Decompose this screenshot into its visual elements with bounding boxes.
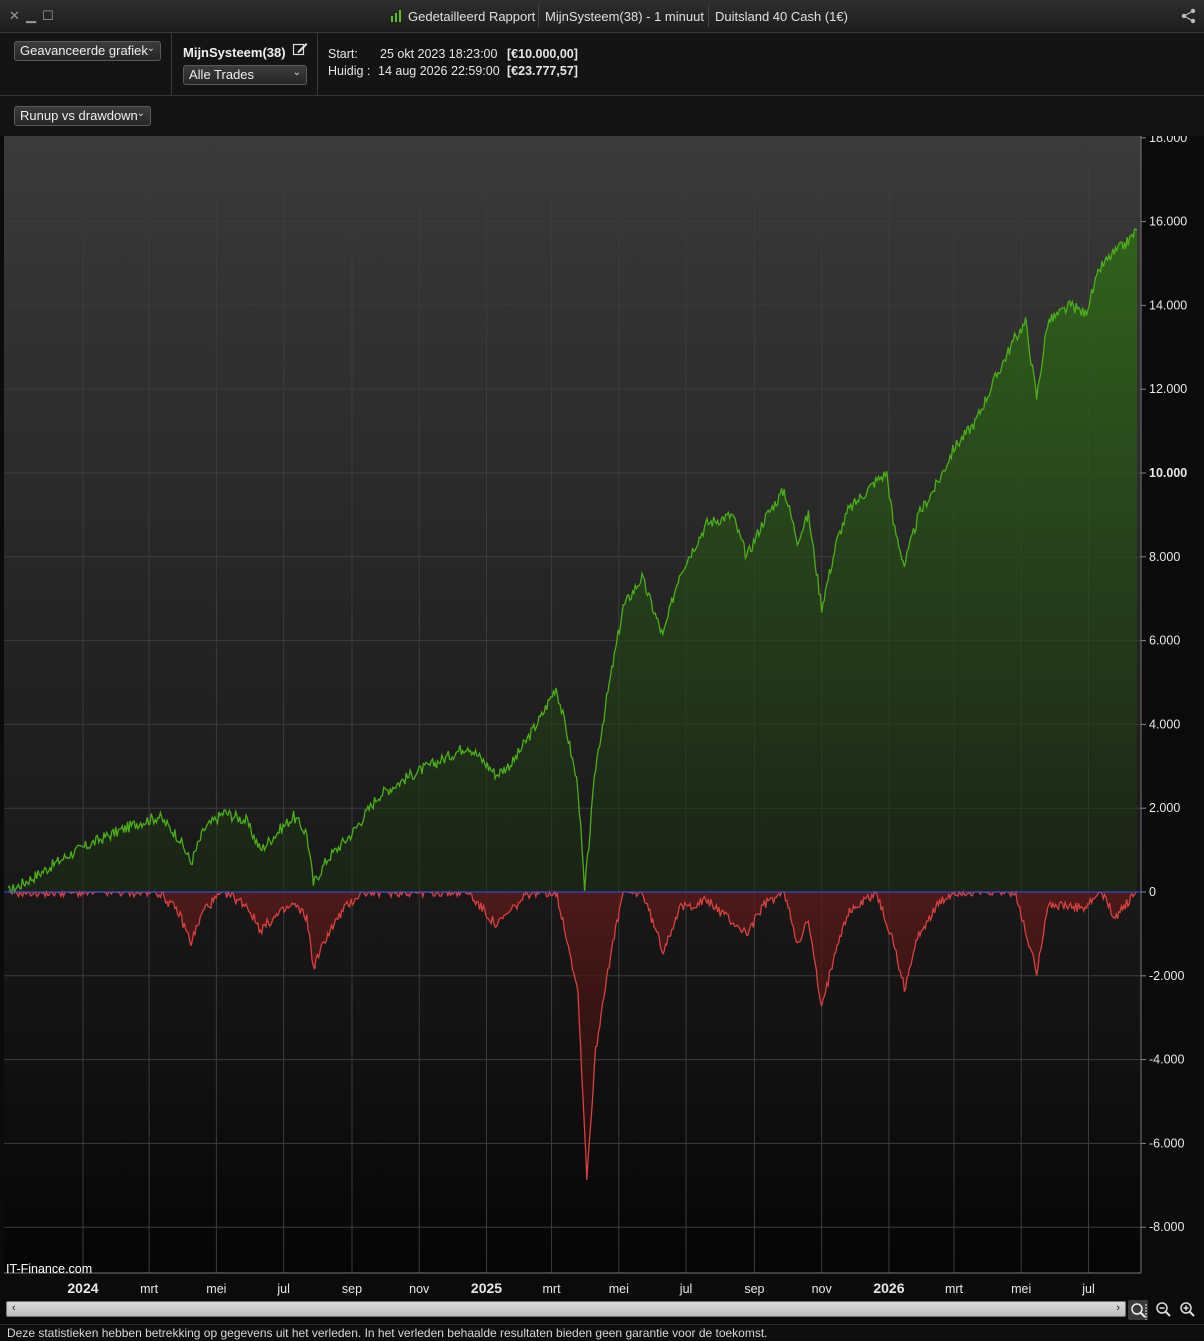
report-chart-icon [391, 10, 401, 22]
start-value: [€10.000,00] [507, 47, 578, 61]
start-label: Start: [328, 47, 358, 61]
report-title: Gedetailleerd Rapport [408, 9, 536, 24]
x-tick-label: mrt [543, 1282, 562, 1296]
y-tick-label: 6.000 [1149, 634, 1180, 648]
y-tick-label: 0 [1149, 885, 1156, 899]
close-icon[interactable]: ✕ [9, 8, 20, 24]
chart-type-select[interactable]: Runup vs drawdown ⌄ [14, 106, 151, 126]
x-tick-label: 2026 [873, 1280, 904, 1296]
zoom-fit-icon[interactable] [1128, 1300, 1148, 1320]
share-icon[interactable] [1180, 7, 1198, 25]
chart-options-bar: Runup vs drawdown ⌄ [0, 96, 1204, 136]
x-tick-label: mrt [140, 1282, 159, 1296]
x-tick-label: sep [342, 1282, 362, 1296]
scroll-right-arrow[interactable]: › [1116, 1302, 1120, 1314]
runup-drawdown-chart[interactable]: 2024 mrt mei jul sep nov 2025 mrt mei jul sep nov 20… [4, 136, 1204, 1300]
y-tick-label: -4.000 [1149, 1053, 1184, 1067]
x-tick-label: nov [409, 1282, 430, 1296]
trades-select-label: Alle Trades [189, 67, 255, 82]
current-label: Huidig : [328, 64, 371, 78]
trades-select[interactable]: Alle Trades ⌄ [183, 65, 307, 85]
y-tick-label: 14.000 [1149, 298, 1187, 312]
minimize-icon[interactable]: ▁ [26, 8, 36, 24]
current-date: 14 aug 2026 22:59:00 [378, 64, 500, 78]
x-tick-label: mei [206, 1282, 226, 1296]
x-tick-label: 2024 [67, 1280, 98, 1296]
x-tick-label: nov [812, 1282, 833, 1296]
view-select[interactable]: Geavanceerde grafiek ⌄ [14, 41, 161, 61]
chevron-down-icon: ⌄ [292, 67, 301, 78]
y-tick-label: 12.000 [1149, 382, 1187, 396]
maximize-icon[interactable]: ☐ [42, 8, 54, 24]
disclaimer-footer: Deze statistieken hebben betrekking op g… [0, 1324, 1204, 1341]
chart-scrollbar[interactable]: ‹ › [6, 1301, 1126, 1317]
y-tick-label: 4.000 [1149, 717, 1180, 731]
chevron-down-icon: ⌄ [136, 108, 145, 119]
x-tick-label: jul [276, 1282, 290, 1296]
system-timeframe: MijnSysteem(38) - 1 minuut [545, 9, 704, 24]
chart-svg[interactable]: 2024 mrt mei jul sep nov 2025 mrt mei jul sep nov 20… [4, 136, 1204, 1300]
start-date: 25 okt 2023 18:23:00 [380, 47, 498, 61]
x-tick-label: 2025 [471, 1280, 502, 1296]
instrument-name: Duitsland 40 Cash (1€) [715, 9, 848, 24]
report-toolbar: Geavanceerde grafiek ⌄ MijnSysteem(38) A… [0, 33, 1204, 96]
chevron-down-icon: ⌄ [146, 43, 155, 54]
y-tick-label: 2.000 [1149, 801, 1180, 815]
y-tick-label: 10.000 [1149, 466, 1187, 480]
y-tick-label: -8.000 [1149, 1220, 1184, 1234]
view-select-label: Geavanceerde grafiek [20, 43, 148, 58]
window-titlebar: ✕ ▁ ☐ Gedetailleerd Rapport MijnSysteem(… [0, 0, 1204, 33]
x-tick-label: mei [1011, 1282, 1031, 1296]
system-name: MijnSysteem(38) [183, 45, 286, 60]
x-tick-label: jul [679, 1282, 693, 1296]
y-tick-label: 8.000 [1149, 550, 1180, 564]
zoom-in-icon[interactable] [1178, 1300, 1198, 1320]
current-value: [€23.777,57] [507, 64, 578, 78]
x-tick-label: jul [1081, 1282, 1095, 1296]
watermark: IT-Finance.com [6, 1262, 93, 1276]
y-tick-label: -2.000 [1149, 969, 1184, 983]
y-tick-label: 16.000 [1149, 215, 1187, 229]
zoom-controls [1128, 1300, 1204, 1322]
x-tick-label: mrt [945, 1282, 964, 1296]
edit-icon[interactable] [292, 41, 308, 57]
zoom-out-icon[interactable] [1154, 1300, 1174, 1320]
chart-type-select-label: Runup vs drawdown [20, 108, 138, 123]
y-tick-label: -6.000 [1149, 1136, 1184, 1150]
x-tick-label: sep [744, 1282, 764, 1296]
x-tick-label: mei [609, 1282, 629, 1296]
scroll-left-arrow[interactable]: ‹ [12, 1302, 16, 1314]
y-tick-label: 18.000 [1149, 136, 1187, 145]
